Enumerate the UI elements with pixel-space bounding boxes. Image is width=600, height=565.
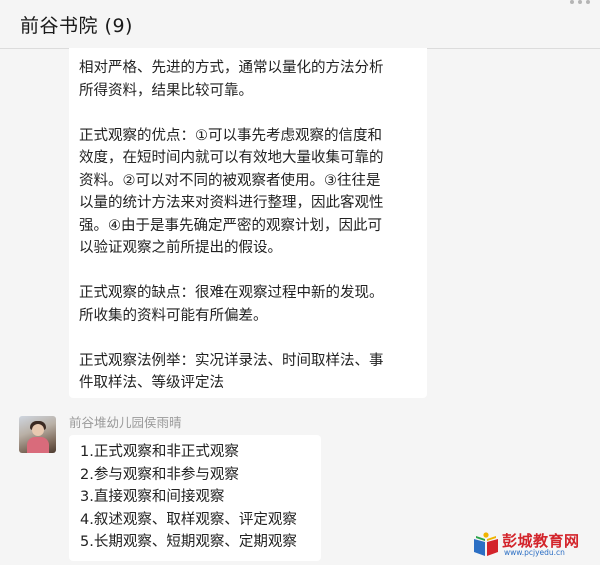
chat-title: 前谷书院 (9) [20, 15, 133, 37]
message-line: 4.叙述观察、取样观察、评定观察 [80, 511, 297, 528]
message-line: 相对严格、先进的方式，通常以量化的方法分析 [79, 60, 384, 76]
message-bubble[interactable]: 1.正式观察和非正式观察 2.参与观察和非参与观察 3.直接观察和间接观察 4.… [69, 435, 321, 561]
message-line: 1.正式观察和非正式观察 [80, 444, 239, 460]
message-line: 3.直接观察和间接观察 [80, 489, 225, 505]
chat-header: 前谷书院 (9) [0, 0, 600, 49]
sender-name: 前谷堆幼儿园侯雨晴 [69, 415, 182, 430]
message-line: 以量的统计方法来对资料进行整理，因此客观性 [79, 195, 384, 211]
message-line: 效度，在短时间内就可以有效地大量收集可靠的 [79, 150, 384, 166]
message-line: 正式观察的缺点：很难在观察过程中新的发现。 [79, 285, 384, 301]
message-bubble[interactable]: 相对严格、先进的方式，通常以量化的方法分析 所得资料，结果比较可靠。 正式观察的… [69, 48, 427, 398]
message-line: 件取样法、等级评定法 [79, 375, 224, 391]
message-line: 正式观察法例举：实况详录法、时间取样法、事 [79, 352, 384, 369]
message-line: 正式观察的优点：①可以事先考虑观察的信度和 [79, 127, 382, 144]
message-line: 强。④由于是事先确定严密的观察计划，因此可 [79, 217, 382, 234]
message-line: 5.长期观察、短期观察、定期观察 [80, 534, 297, 550]
message-line: 以验证观察之前所提出的假设。 [79, 240, 282, 256]
watermark-url: www.pcjyedu.cn [504, 548, 565, 557]
message-line: 2.参与观察和非参与观察 [80, 466, 239, 483]
book-logo-icon [474, 532, 498, 556]
more-options-icon[interactable] [550, 0, 590, 8]
message-line: 所收集的资料可能有所偏差。 [79, 307, 268, 324]
message-line: 所得资料，结果比较可靠。 [79, 82, 253, 99]
message-line: 资料。②可以对不同的被观察者使用。③往往是 [79, 172, 381, 189]
watermark: 彭城教育网 www.pcjyedu.cn [472, 529, 590, 559]
sender-avatar[interactable] [19, 416, 56, 453]
